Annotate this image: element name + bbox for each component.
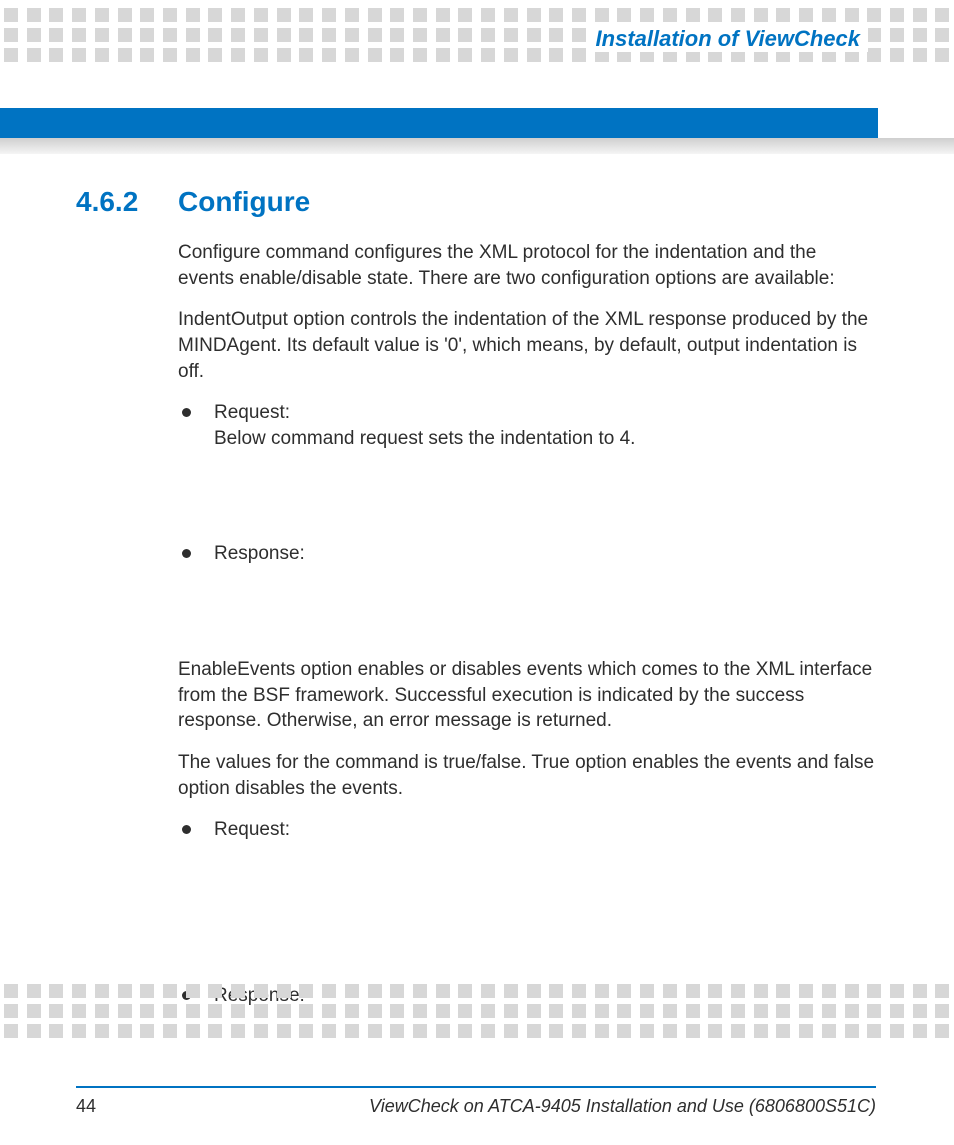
page-footer: 44 ViewCheck on ATCA-9405 Installation a…: [76, 1096, 876, 1117]
bullet-label: Request:: [214, 402, 290, 423]
section-title: Configure: [178, 186, 310, 218]
paragraph: The values for the command is true/false…: [178, 750, 876, 801]
bullet-list: Request: Response:: [178, 817, 876, 1008]
footer-rule: [76, 1086, 876, 1088]
list-item: Response:: [178, 541, 876, 637]
bullet-label: Response:: [214, 543, 305, 564]
paragraph: EnableEvents option enables or disables …: [178, 657, 876, 734]
page-number: 44: [76, 1096, 96, 1117]
section-heading: 4.6.2 Configure: [76, 186, 876, 218]
bullet-label: Request:: [214, 819, 290, 840]
bullet-list: Request: Below command request sets the …: [178, 400, 876, 637]
chapter-title: Installation of ViewCheck: [588, 26, 868, 52]
decorative-dots-bottom: [0, 984, 954, 1038]
header-gray-bar: [0, 138, 954, 154]
bullet-text: Below command request sets the indentati…: [214, 428, 635, 449]
paragraph: IndentOutput option controls the indenta…: [178, 307, 876, 384]
section-number: 4.6.2: [76, 186, 178, 218]
page-content: 4.6.2 Configure Configure command config…: [76, 186, 876, 1029]
list-item: Request: Below command request sets the …: [178, 400, 876, 521]
list-item: Request:: [178, 817, 876, 963]
header-blue-bar: [0, 108, 878, 138]
doc-title: ViewCheck on ATCA-9405 Installation and …: [369, 1096, 876, 1117]
paragraph: Configure command configures the XML pro…: [178, 240, 876, 291]
